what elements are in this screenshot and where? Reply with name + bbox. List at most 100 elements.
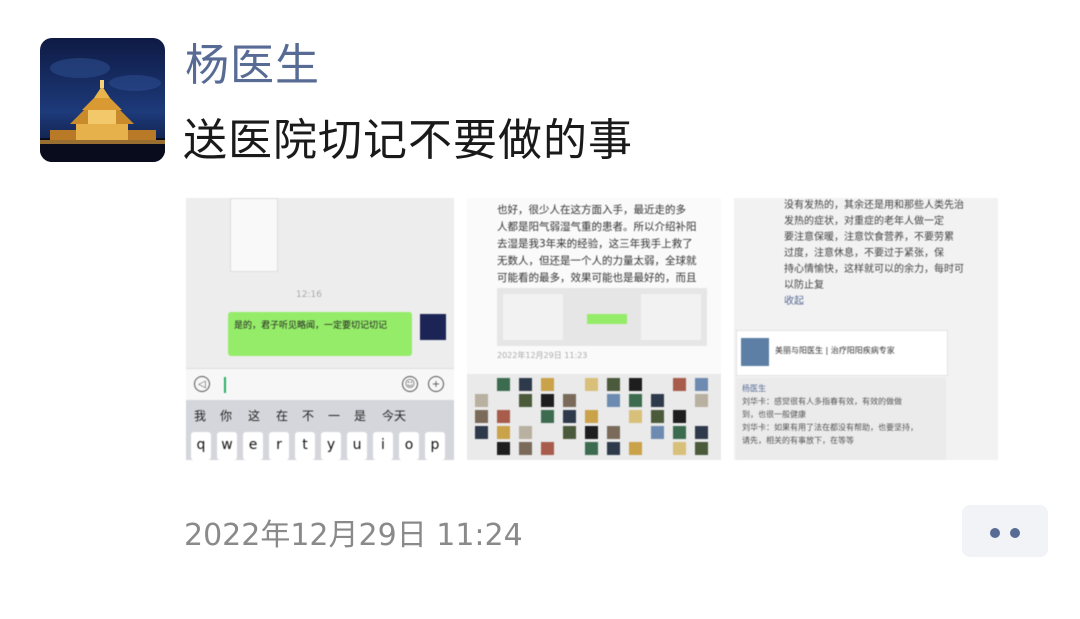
voice-icon: ◁ — [194, 376, 210, 392]
author-name[interactable]: 杨医生 — [185, 38, 320, 94]
mosaic-tile — [585, 378, 598, 391]
ime-candidate-row: 我 你 这 在 不 一 是 今天 — [186, 400, 454, 428]
candidate: 我 — [194, 409, 207, 423]
key: p — [425, 432, 445, 460]
emoji-icon: ☺ — [402, 376, 418, 392]
temple-night-avatar — [40, 38, 165, 162]
article-line: 无数人，但还是一个人的力量太弱，全球就 — [497, 255, 697, 267]
mosaic-tile — [475, 426, 488, 439]
link-card: 美丽与阳医生 | 治疗阳阳疾病专家 — [736, 330, 948, 376]
article-line: 持心情愉快，这样就可以的余力，每时可 — [784, 264, 964, 275]
mosaic-tile — [497, 426, 510, 439]
photo-mosaic — [467, 374, 721, 460]
mosaic-tile — [607, 442, 620, 455]
mosaic-tile — [607, 394, 620, 407]
embedded-meta: 2022年12月29日 11:23 — [497, 351, 588, 360]
link-card-title: 美丽与阳医生 | 治疗阳阳疾病专家 — [775, 346, 895, 355]
mosaic-tile — [563, 410, 576, 423]
key: w — [217, 432, 237, 460]
key: t — [295, 432, 315, 460]
mosaic-tile — [519, 442, 532, 455]
mosaic-tile — [651, 394, 664, 407]
article-line: 以防止复 — [784, 280, 824, 291]
comment-line: 刘华卡：感觉很有人多指春有效，有效的做做 — [742, 397, 902, 406]
mosaic-tile — [629, 378, 642, 391]
embedded-screenshot — [497, 288, 707, 346]
more-button[interactable] — [962, 505, 1048, 557]
key: e — [243, 432, 263, 460]
comment-line: 到，也很一般健康 — [742, 410, 806, 419]
mosaic-tile — [629, 394, 642, 407]
mosaic-tile — [475, 394, 488, 407]
mosaic-tile — [673, 378, 686, 391]
candidate: 你 — [220, 409, 233, 423]
candidate: 一 — [328, 409, 341, 423]
article-text: 也好，很少人在这方面入手，最近走的多 人都是阳气弱湿气重的患者。所以介绍补阳 去… — [497, 202, 707, 287]
article-line: 去湿是我3年来的经验，这三年我手上救了 — [497, 238, 693, 250]
key: y — [321, 432, 341, 460]
more-dots-icon — [990, 528, 1000, 538]
mosaic-tile — [585, 426, 598, 439]
author-avatar[interactable] — [40, 38, 165, 162]
comment-author: 杨医生 — [742, 384, 766, 393]
key: o — [399, 432, 419, 460]
mosaic-tile — [629, 410, 642, 423]
mosaic-tile — [695, 378, 708, 391]
candidate: 不 — [302, 409, 315, 423]
mosaic-tile — [541, 442, 554, 455]
mosaic-tile — [629, 442, 642, 455]
article-line: 过度，注意休息，不要过于紧张，保 — [784, 248, 944, 259]
key: q — [191, 432, 211, 460]
article-line: 人都是阳气弱湿气重的患者。所以介绍补阳 — [497, 221, 697, 233]
mosaic-tile — [651, 410, 664, 423]
mosaic-tile — [497, 410, 510, 423]
candidate: 今天 — [382, 409, 407, 423]
mosaic-tile — [541, 394, 554, 407]
mosaic-tile — [695, 394, 708, 407]
chat-time: 12:16 — [296, 290, 322, 300]
photo-thumbnail-2[interactable]: 也好，很少人在这方面入手，最近走的多 人都是阳气弱湿气重的患者。所以介绍补阳 去… — [467, 198, 721, 460]
mosaic-tile — [673, 426, 686, 439]
mosaic-tile — [519, 394, 532, 407]
candidate: 是 — [354, 409, 367, 423]
key: i — [373, 432, 393, 460]
mosaic-tile — [585, 410, 598, 423]
chat-input-bar: ◁ ☺ + — [186, 368, 454, 401]
chat-image-message — [230, 198, 278, 272]
comment-line: 刘华卡：如果有用了法在都没有帮助，也要坚持， — [742, 423, 918, 432]
article-line: 没有发热的，其余还是用和那些人类先治 — [784, 200, 964, 211]
embedded-green-bubble — [587, 314, 627, 324]
keyboard-row: q w e r t y u i o p — [186, 428, 454, 460]
collapse-label: 收起 — [784, 296, 804, 307]
mosaic-tile — [475, 410, 488, 423]
comment-line: 请先，相关的有事放下，在等等 — [742, 436, 854, 445]
mosaic-tile — [673, 442, 686, 455]
article-line: 可能看的最多，效果可能也是最好的，而且 — [497, 272, 697, 284]
photo-thumbnail-3[interactable]: 没有发热的，其余还是用和那些人类先治 发热的症状，对重症的老年人做一定 要注意保… — [734, 198, 998, 460]
post-timestamp: 2022年12月29日 11:24 — [184, 518, 523, 553]
article-line: 要注意保暖，注意饮食营养，不要劳累 — [784, 232, 954, 243]
key: u — [347, 432, 367, 460]
mosaic-tile — [541, 410, 554, 423]
plus-icon: + — [428, 376, 444, 392]
chat-bubble: 是的，君子听见略闻，一定要切记切记 — [228, 312, 412, 356]
comments-area: 杨医生 刘华卡：感觉很有人多指春有效，有效的做做 到，也很一般健康 刘华卡：如果… — [736, 378, 946, 460]
chat-area: 12:16 是的，君子听见略闻，一定要切记切记 — [186, 198, 454, 368]
article-line: 发热的症状，对重症的老年人做一定 — [784, 216, 944, 227]
post-text: 送医院切记不要做的事 — [183, 115, 633, 166]
mosaic-tile — [497, 378, 510, 391]
mosaic-tile — [695, 426, 708, 439]
mosaic-tile — [541, 378, 554, 391]
mosaic-tile — [585, 442, 598, 455]
chat-avatar — [420, 314, 446, 340]
mosaic-tile — [519, 378, 532, 391]
embedded-chat-left — [503, 294, 563, 340]
mosaic-tile — [695, 442, 708, 455]
text-cursor — [224, 377, 226, 393]
photo-thumbnail-1[interactable]: 12:16 是的，君子听见略闻，一定要切记切记 ◁ ☺ + 我 你 这 在 不 … — [186, 198, 454, 460]
article-line: 也好，很少人在这方面入手，最近走的多 — [497, 204, 686, 216]
mosaic-tile — [519, 426, 532, 439]
key: r — [269, 432, 289, 460]
mosaic-tile — [563, 426, 576, 439]
mosaic-tile — [673, 410, 686, 423]
